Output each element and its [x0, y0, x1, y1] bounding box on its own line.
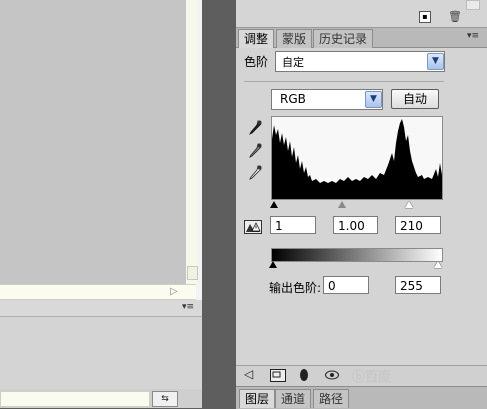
scroll-right-arrow-icon[interactable]: ▷	[170, 286, 178, 297]
divider	[244, 81, 444, 82]
panel-menu-icon[interactable]: ▾≡	[467, 31, 479, 41]
back-arrow-icon[interactable]: ◁	[244, 367, 253, 381]
input-white-field[interactable]: 210	[395, 216, 441, 234]
upper-panel-scrollbar[interactable]	[466, 0, 480, 10]
input-gamma-field[interactable]: 1.00	[333, 216, 378, 234]
chevron-down-icon[interactable]: ▼	[365, 91, 382, 108]
output-black-field[interactable]: 0	[323, 276, 369, 294]
navigator-button[interactable]: ⇆	[152, 391, 178, 407]
tab-adjustments[interactable]: 调整	[238, 29, 275, 48]
scroll-thumb[interactable]	[187, 266, 198, 280]
left-panel-header	[0, 300, 202, 317]
clip-to-layer-icon[interactable]	[299, 368, 309, 382]
input-black-field[interactable]: 1	[270, 216, 316, 234]
tab-paths[interactable]: 路径	[313, 389, 350, 408]
layers-panel-tabs: 图层 通道 路径	[236, 386, 487, 409]
trash-icon[interactable]: 🗑	[448, 10, 462, 23]
document-canvas[interactable]	[0, 0, 186, 284]
white-point-eyedropper-icon[interactable]	[248, 165, 262, 181]
output-gradient-bar	[271, 248, 443, 262]
expand-view-icon[interactable]	[270, 369, 286, 382]
output-levels-label: 输出色阶:	[269, 281, 322, 295]
histogram-graph	[272, 119, 442, 199]
input-gamma-slider[interactable]	[338, 201, 346, 208]
left-panel-body	[0, 317, 202, 389]
clipping-warning-icon[interactable]	[244, 220, 262, 234]
gray-point-eyedropper-icon[interactable]	[248, 143, 262, 159]
black-point-eyedropper-icon[interactable]	[248, 120, 262, 136]
eye-icon[interactable]	[325, 370, 339, 380]
input-white-slider[interactable]	[405, 201, 413, 208]
watermark: ⓑ百度	[352, 370, 392, 385]
output-black-slider[interactable]	[269, 261, 277, 268]
tab-history[interactable]: 历史记录	[313, 29, 374, 48]
input-black-slider[interactable]	[270, 201, 278, 208]
preset-label: 色阶	[244, 55, 269, 69]
panel-tabs: 调整 蒙版 历史记录 ▾≡	[236, 28, 487, 48]
document-horizontal-scrollbar[interactable]	[0, 284, 196, 300]
output-white-slider[interactable]	[434, 261, 442, 268]
status-field	[0, 391, 150, 407]
tab-channels[interactable]: 通道	[275, 389, 312, 408]
document-vertical-scrollbar[interactable]	[186, 0, 197, 284]
new-item-icon[interactable]: ▪	[419, 11, 431, 23]
channel-value: RGB	[280, 92, 306, 106]
output-white-field[interactable]: 255	[395, 276, 441, 294]
tab-masks[interactable]: 蒙版	[276, 29, 313, 48]
auto-button[interactable]: 自动	[391, 89, 439, 109]
chevron-down-icon[interactable]: ▼	[427, 53, 444, 70]
preset-value: 自定	[282, 56, 304, 69]
histogram	[271, 116, 443, 200]
panel-menu-icon[interactable]: ▾≡	[182, 302, 194, 312]
tab-layers[interactable]: 图层	[239, 389, 276, 408]
